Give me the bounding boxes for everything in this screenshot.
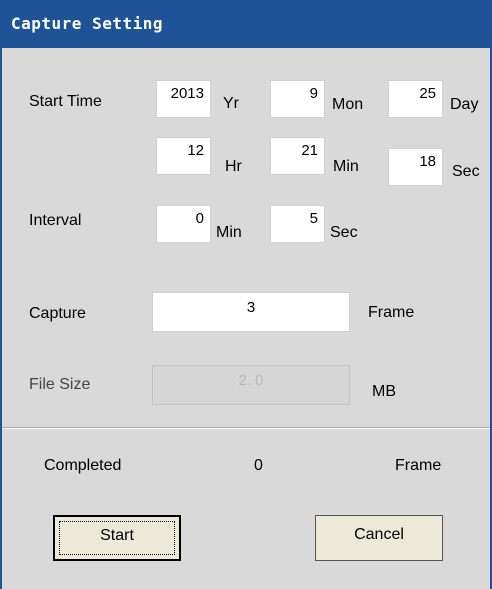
capture-unit-label: Frame — [368, 304, 415, 321]
hour-unit-label: Hr — [225, 158, 242, 175]
interval-seconds-input[interactable]: 5 — [270, 205, 325, 243]
minute-unit-label: Min — [333, 158, 359, 175]
cancel-button[interactable]: Cancel — [315, 515, 443, 561]
capture-label: Capture — [29, 305, 86, 322]
start-minute-input[interactable]: 21 — [270, 137, 325, 175]
start-year-input[interactable]: 2013 — [156, 80, 211, 118]
section-divider — [2, 427, 490, 429]
start-button[interactable]: Start — [53, 515, 181, 561]
start-button-label: Start — [100, 527, 134, 544]
interval-minutes-input[interactable]: 0 — [156, 205, 211, 243]
completed-count: 0 — [254, 457, 263, 474]
start-time-label: Start Time — [29, 93, 102, 110]
title-bar: Capture Setting — [0, 0, 492, 48]
second-unit-label: Sec — [452, 163, 480, 180]
interval-minutes-unit-label: Min — [216, 224, 242, 241]
start-day-input[interactable]: 25 — [388, 80, 443, 118]
file-size-unit-label: MB — [372, 383, 396, 400]
start-month-input[interactable]: 9 — [270, 80, 325, 118]
completed-unit-label: Frame — [395, 457, 442, 474]
interval-label: Interval — [29, 212, 82, 229]
file-size-label: File Size — [29, 376, 91, 393]
file-size-field: 2. 0 — [152, 365, 350, 405]
completed-label: Completed — [44, 457, 122, 474]
year-unit-label: Yr — [223, 95, 239, 112]
capture-setting-dialog: Capture Setting Start Time 2013 Yr 9 Mon… — [0, 0, 492, 589]
capture-frames-input[interactable]: 3 — [152, 292, 350, 332]
window-border-left — [0, 48, 2, 589]
cancel-button-label: Cancel — [354, 526, 404, 543]
dialog-title: Capture Setting — [11, 14, 163, 33]
start-hour-input[interactable]: 12 — [156, 137, 211, 175]
day-unit-label: Day — [450, 96, 479, 113]
interval-seconds-unit-label: Sec — [330, 224, 358, 241]
start-second-input[interactable]: 18 — [388, 148, 443, 186]
month-unit-label: Mon — [332, 96, 364, 113]
